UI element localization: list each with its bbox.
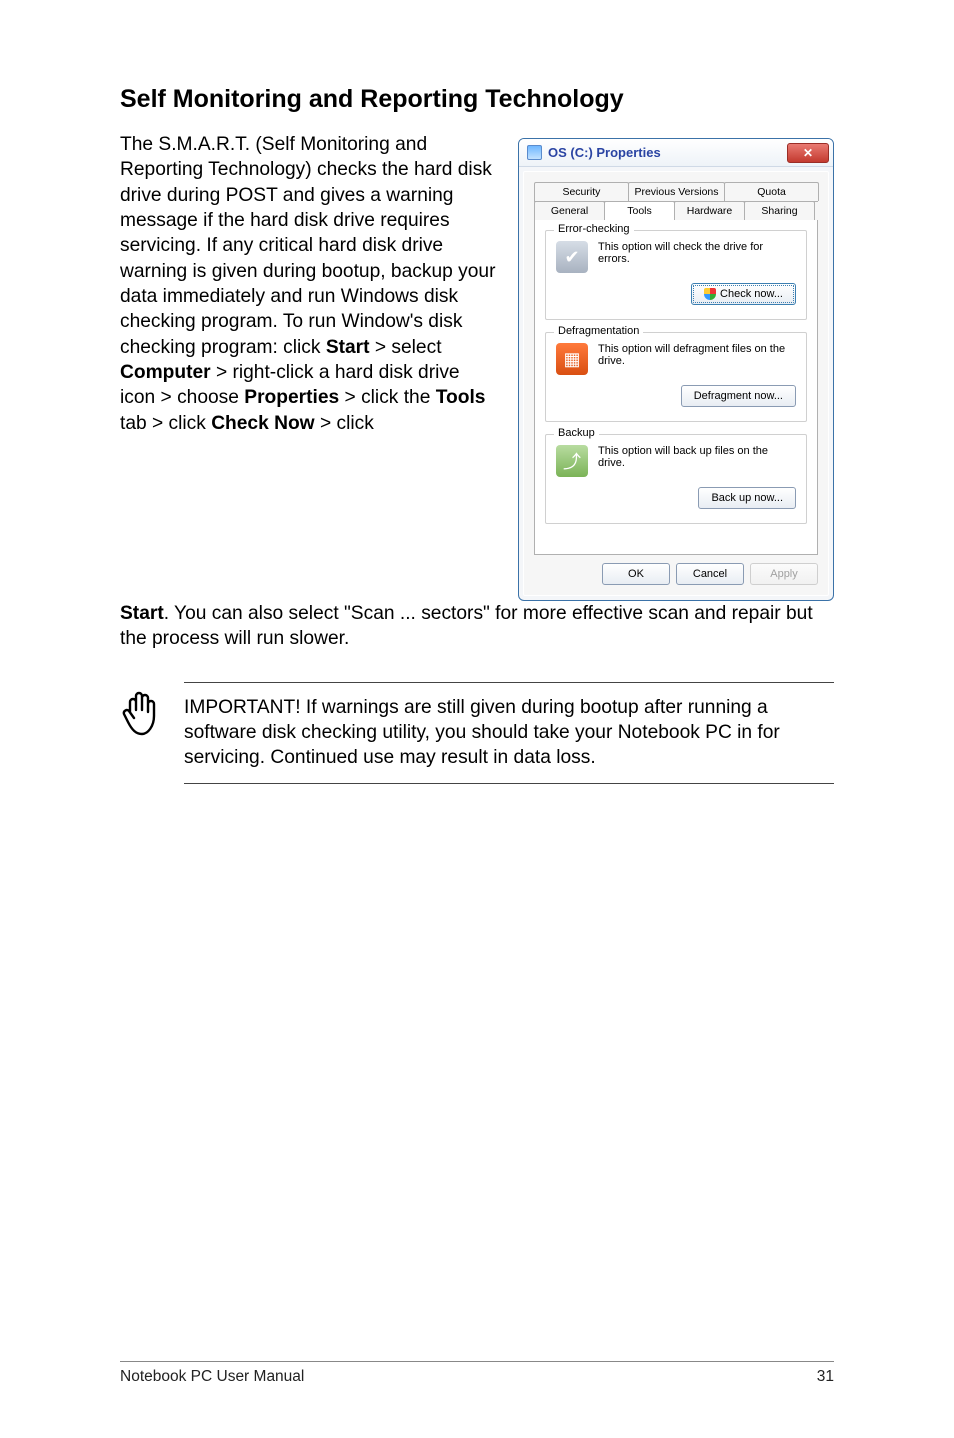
start2-bold: Start xyxy=(120,603,164,624)
titlebar: OS (C:) Properties ✕ xyxy=(519,139,833,167)
backup-icon: ⤴ xyxy=(556,445,588,477)
important-note-text: IMPORTANT! If warnings are still given d… xyxy=(184,695,834,771)
check-now-label: Check now... xyxy=(720,288,783,300)
disk-check-icon: ✔ xyxy=(556,241,588,273)
tabs-row-back: Security Previous Versions Quota xyxy=(534,182,818,202)
properties-bold: Properties xyxy=(244,387,339,408)
shield-icon xyxy=(704,288,716,300)
body-text-run: The S.M.A.R.T. (Self Monitoring and Repo… xyxy=(120,134,495,358)
properties-dialog: OS (C:) Properties ✕ Security Previous V… xyxy=(518,138,834,601)
tab-sharing[interactable]: Sharing xyxy=(744,201,815,220)
ok-button[interactable]: OK xyxy=(602,563,670,585)
check-now-bold: Check Now xyxy=(211,413,314,434)
group-title-error: Error-checking xyxy=(554,223,634,235)
tab-quota[interactable]: Quota xyxy=(724,182,819,201)
tabs-row-front: General Tools Hardware Sharing xyxy=(534,201,818,220)
body-text-run: > click xyxy=(315,413,374,434)
close-button[interactable]: ✕ xyxy=(787,143,829,163)
apply-button[interactable]: Apply xyxy=(750,563,818,585)
body-paragraph: The S.M.A.R.T. (Self Monitoring and Repo… xyxy=(120,132,500,601)
tab-tools[interactable]: Tools xyxy=(604,201,675,220)
drive-icon xyxy=(527,145,542,160)
group-defragmentation: Defragmentation ▦ This option will defra… xyxy=(545,332,807,422)
page-footer: Notebook PC User Manual 31 xyxy=(120,1361,834,1386)
error-text: This option will check the drive for err… xyxy=(598,241,796,265)
tab-general[interactable]: General xyxy=(534,201,605,220)
body-text-run: tab > click xyxy=(120,413,211,434)
back-up-now-button[interactable]: Back up now... xyxy=(698,487,796,509)
tab-hardware[interactable]: Hardware xyxy=(674,201,745,220)
tools-bold: Tools xyxy=(436,387,486,408)
group-title-defrag: Defragmentation xyxy=(554,325,643,337)
defrag-icon: ▦ xyxy=(556,343,588,375)
footer-title: Notebook PC User Manual xyxy=(120,1368,304,1386)
window-title: OS (C:) Properties xyxy=(548,145,661,160)
tab-previous-versions[interactable]: Previous Versions xyxy=(628,182,725,201)
backup-text: This option will back up files on the dr… xyxy=(598,445,796,469)
cancel-button[interactable]: Cancel xyxy=(676,563,744,585)
body-text-run: . You can also select "Scan ... sectors"… xyxy=(120,603,813,649)
tab-security[interactable]: Security xyxy=(534,182,629,201)
computer-bold: Computer xyxy=(120,362,211,383)
group-backup: Backup ⤴ This option will back up files … xyxy=(545,434,807,524)
defrag-text: This option will defragment files on the… xyxy=(598,343,796,367)
body-text-run: > click the xyxy=(339,387,436,408)
hand-stop-icon xyxy=(120,688,164,740)
section-heading: Self Monitoring and Reporting Technology xyxy=(120,85,834,114)
important-note-box: IMPORTANT! If warnings are still given d… xyxy=(184,682,834,784)
body-continuation: Start. You can also select "Scan ... sec… xyxy=(120,601,834,652)
check-now-button[interactable]: Check now... xyxy=(691,283,796,305)
start-bold: Start xyxy=(326,337,370,358)
body-text-run: > select xyxy=(370,337,442,358)
group-error-checking: Error-checking ✔ This option will check … xyxy=(545,230,807,320)
group-title-backup: Backup xyxy=(554,427,599,439)
important-icon xyxy=(120,688,164,745)
defragment-now-button[interactable]: Defragment now... xyxy=(681,385,796,407)
page-number: 31 xyxy=(817,1368,834,1386)
